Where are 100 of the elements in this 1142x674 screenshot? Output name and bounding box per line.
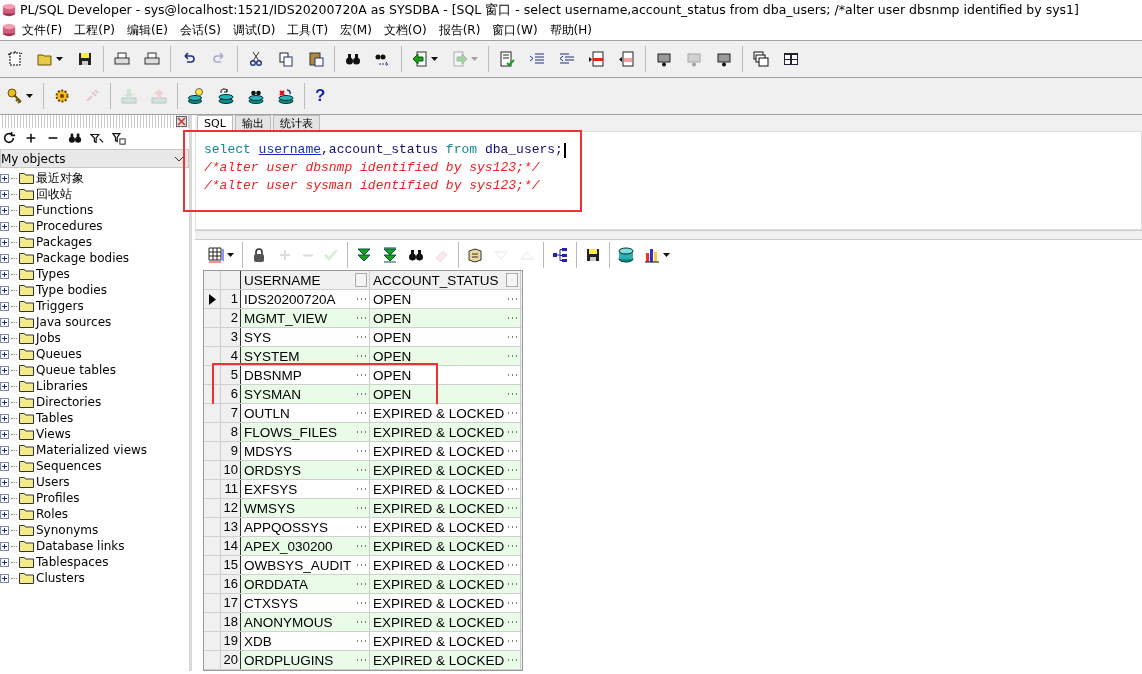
ellipsis-icon[interactable] — [355, 391, 367, 397]
tree-item[interactable]: Users — [36, 475, 70, 489]
ellipsis-icon[interactable] — [355, 410, 367, 416]
ellipsis-icon[interactable] — [506, 562, 518, 568]
tab[interactable]: 输出 — [234, 115, 271, 132]
ellipsis-icon[interactable] — [355, 315, 367, 321]
expand-icon[interactable] — [0, 557, 9, 567]
expand-icon[interactable] — [0, 525, 9, 535]
tab[interactable]: SQL — [197, 115, 233, 132]
ellipsis-icon[interactable] — [355, 543, 367, 549]
ellipsis-icon[interactable] — [506, 543, 518, 549]
expand-icon[interactable] — [0, 573, 9, 583]
expand-icon[interactable] — [0, 365, 9, 375]
ellipsis-icon[interactable] — [506, 353, 518, 359]
expand-icon[interactable] — [0, 509, 9, 519]
expand-icon[interactable] — [0, 221, 9, 231]
ellipsis-icon[interactable] — [506, 619, 518, 625]
tree-item[interactable]: Libraries — [36, 379, 88, 393]
ellipsis-icon[interactable] — [506, 296, 518, 302]
expand-icon[interactable] — [0, 381, 9, 391]
ellipsis-icon[interactable] — [355, 600, 367, 606]
tree-item[interactable]: Synonyms — [36, 523, 99, 537]
ellipsis-icon[interactable] — [506, 505, 518, 511]
close-icon[interactable] — [176, 116, 187, 127]
ellipsis-icon[interactable] — [355, 619, 367, 625]
ellipsis-icon[interactable] — [355, 467, 367, 473]
ellipsis-icon[interactable] — [355, 505, 367, 511]
ellipsis-icon[interactable] — [355, 372, 367, 378]
ellipsis-icon[interactable] — [506, 524, 518, 530]
ellipsis-icon[interactable] — [506, 467, 518, 473]
tree-item[interactable]: Types — [36, 267, 70, 281]
tree-item[interactable]: Materialized views — [36, 443, 148, 457]
help-button[interactable]: ? — [308, 83, 333, 109]
tree-item[interactable]: Functions — [36, 203, 94, 217]
tree-item[interactable]: Roles — [36, 507, 69, 521]
filter-dropdown[interactable]: My objects — [0, 149, 189, 168]
tree-item[interactable]: Views — [36, 427, 71, 441]
expand-icon[interactable] — [0, 253, 9, 263]
ellipsis-icon[interactable] — [506, 391, 518, 397]
tree-item[interactable]: Procedures — [36, 219, 103, 233]
tree-item[interactable]: Sequences — [36, 459, 102, 473]
expand-icon[interactable] — [0, 205, 9, 215]
ellipsis-icon[interactable] — [506, 638, 518, 644]
tree-item[interactable]: Jobs — [36, 331, 61, 345]
ellipsis-icon[interactable] — [355, 486, 367, 492]
menu-item[interactable]: 编辑(E) — [120, 21, 174, 39]
tree-item[interactable]: Directories — [36, 395, 102, 409]
tree-item[interactable]: Queue tables — [36, 363, 116, 377]
ellipsis-icon[interactable] — [355, 296, 367, 302]
column-button[interactable] — [355, 273, 367, 287]
expand-icon[interactable] — [0, 493, 9, 503]
ellipsis-icon[interactable] — [355, 429, 367, 435]
ellipsis-icon[interactable] — [506, 657, 518, 663]
ellipsis-icon[interactable] — [355, 524, 367, 530]
column-header[interactable]: USERNAME — [244, 272, 321, 288]
ellipsis-icon[interactable] — [506, 315, 518, 321]
ellipsis-icon[interactable] — [355, 638, 367, 644]
menu-item[interactable]: 会话(S) — [173, 21, 227, 39]
expand-icon[interactable] — [0, 173, 9, 183]
expand-icon[interactable] — [0, 349, 9, 359]
tree-item[interactable]: Profiles — [36, 491, 80, 505]
menu-item[interactable]: 工具(T) — [281, 21, 335, 39]
tree-item[interactable]: Queues — [36, 347, 82, 361]
tree-item[interactable]: 回收站 — [36, 185, 72, 203]
expand-icon[interactable] — [0, 189, 9, 199]
ellipsis-icon[interactable] — [355, 448, 367, 454]
expand-icon[interactable] — [0, 333, 9, 343]
tree-item[interactable]: Tablespaces — [36, 555, 109, 569]
ellipsis-icon[interactable] — [506, 334, 518, 340]
tree-item[interactable]: Database links — [36, 539, 125, 553]
menu-item[interactable]: 调试(D) — [226, 21, 282, 39]
menu-item[interactable]: 帮助(H) — [543, 21, 598, 39]
expand-icon[interactable] — [0, 285, 9, 295]
expand-icon[interactable] — [0, 461, 9, 471]
ellipsis-icon[interactable] — [506, 410, 518, 416]
expand-icon[interactable] — [0, 301, 9, 311]
expand-icon[interactable] — [0, 445, 9, 455]
ellipsis-icon[interactable] — [355, 562, 367, 568]
ellipsis-icon[interactable] — [355, 581, 367, 587]
tree-item[interactable]: Clusters — [36, 571, 85, 585]
column-button[interactable] — [506, 273, 518, 287]
tree-item[interactable]: Triggers — [36, 299, 84, 313]
expand-icon[interactable] — [0, 541, 9, 551]
ellipsis-icon[interactable] — [506, 486, 518, 492]
expand-icon[interactable] — [0, 317, 9, 327]
tree-item[interactable]: Java sources — [36, 315, 112, 329]
ellipsis-icon[interactable] — [506, 429, 518, 435]
expand-icon[interactable] — [0, 397, 9, 407]
ellipsis-icon[interactable] — [355, 657, 367, 663]
tree-item[interactable]: Packages — [36, 235, 92, 249]
ellipsis-icon[interactable] — [355, 334, 367, 340]
tree-item[interactable]: Tables — [36, 411, 74, 425]
ellipsis-icon[interactable] — [506, 448, 518, 454]
ellipsis-icon[interactable] — [506, 581, 518, 587]
expand-icon[interactable] — [0, 413, 9, 423]
menu-item[interactable]: 宏(M) — [334, 21, 378, 39]
tree-item[interactable]: Type bodies — [36, 283, 107, 297]
ellipsis-icon[interactable] — [506, 372, 518, 378]
tab[interactable]: 统计表 — [272, 115, 320, 132]
ellipsis-icon[interactable] — [355, 353, 367, 359]
